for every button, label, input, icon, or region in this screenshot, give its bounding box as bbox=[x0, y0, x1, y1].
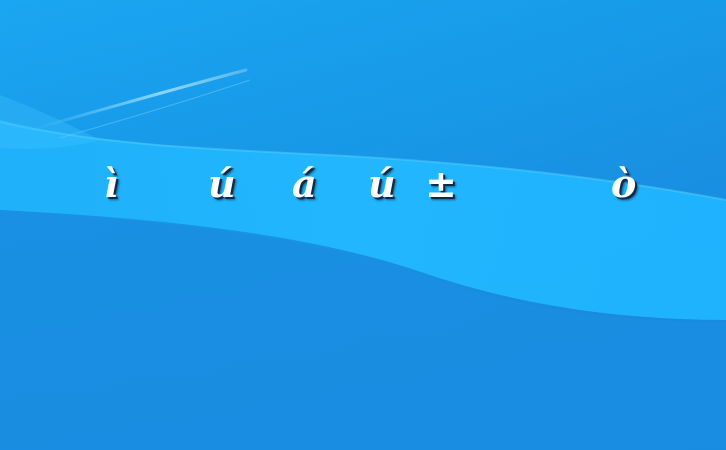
desktop-glyph: ì bbox=[104, 161, 119, 206]
desktop-glyph: ú bbox=[208, 161, 236, 206]
desktop-glyph-row: ì ú á ú ± ò bbox=[0, 0, 726, 450]
desktop-glyph: ± bbox=[425, 162, 457, 206]
desktop-glyph: ú bbox=[368, 161, 396, 206]
desktop-background: ì ú á ú ± ò bbox=[0, 0, 726, 450]
desktop-glyph: á bbox=[292, 161, 317, 206]
desktop-glyph: ò bbox=[611, 161, 637, 206]
